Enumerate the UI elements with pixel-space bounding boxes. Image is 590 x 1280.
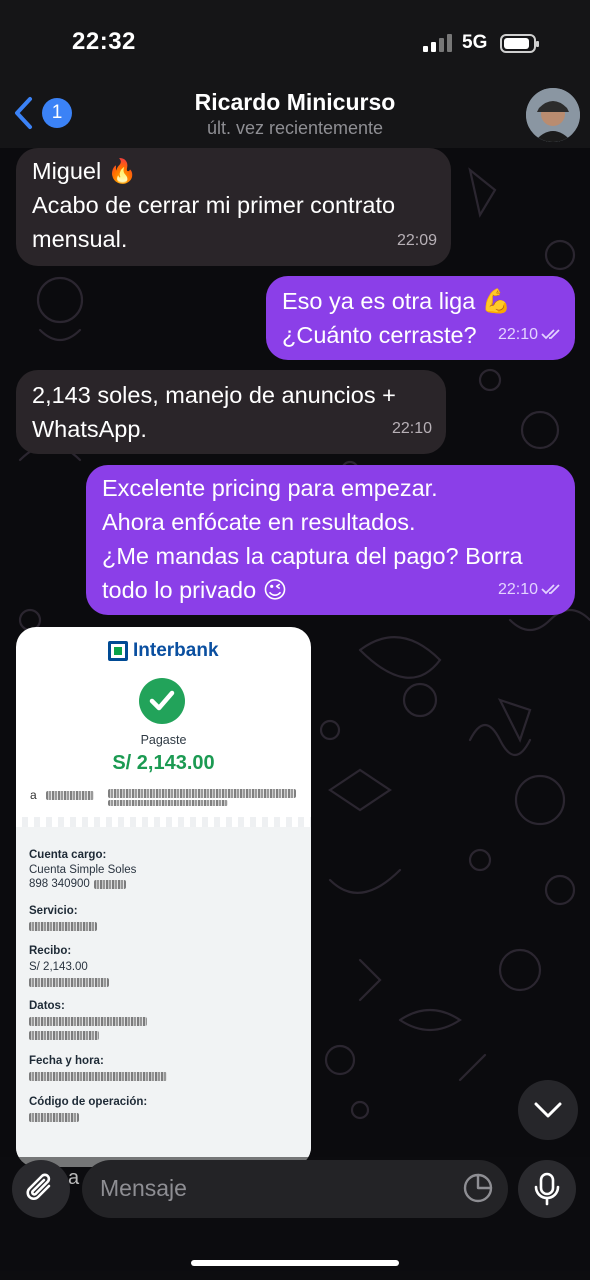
receipt-field-label: Servicio: [29,905,78,917]
message-bubble-incoming[interactable]: Miguel 🔥 Acabo de cerrar mi primer contr… [16,148,451,266]
message-text-line: todo lo privado 😉 [102,577,288,603]
receipt-details: Cuenta cargo: Cuenta Simple Soles 898 34… [16,827,311,1167]
redacted-value [94,880,126,889]
redacted-value [29,922,97,931]
bank-logo-icon [108,641,128,661]
payment-status: Pagaste [140,733,187,747]
receipt-field-label: Cuenta cargo: [29,849,107,861]
message-bubble-incoming[interactable]: 2,143 soles, manejo de anuncios + WhatsA… [16,370,446,454]
home-indicator [191,1260,399,1266]
message-bubble-outgoing[interactable]: Excelente pricing para empezar. Ahora en… [86,465,575,615]
microphone-button[interactable] [518,1160,576,1218]
message-meta: 22:10 [498,318,563,352]
receipt-field-value: 898 340900 [29,878,90,890]
message-time: 22:10 [497,326,538,343]
message-input-placeholder: Mensaje [100,1175,187,1201]
redacted-value [29,1113,79,1122]
attach-button[interactable] [12,1160,70,1218]
message-time: 22:09 [396,232,437,249]
receipt-field-value: Cuenta Simple Soles [29,864,137,876]
receipt-field-label: Datos: [29,1000,65,1012]
chat-header: 22:32 5G 1 Ricardo Minicurso últ. vez re… [0,0,590,148]
message-text-line: Acabo de cerrar mi primer contrato [32,192,396,218]
message-text-line: Eso ya es otra liga 💪 [282,288,512,314]
network-type: 5G [462,32,488,53]
last-seen-status: últ. vez recientemente [206,118,384,138]
message-time: 22:10 [497,581,538,598]
read-check-icon [541,584,560,595]
read-check-icon [541,329,560,340]
receipt-field-label: Código de operación: [29,1096,148,1108]
message-text-line: WhatsApp. [32,416,147,442]
bank-logo: Interbank [108,640,219,662]
redacted-recipient [46,791,94,800]
battery-level [504,38,529,49]
message-text-line: Miguel 🔥 [32,158,138,184]
receipt-field-value: S/ 2,143.00 [29,961,88,973]
microphone-icon [534,1172,560,1206]
message-bubble-outgoing[interactable]: Eso ya es otra liga 💪 ¿Cuánto cerraste? … [266,276,575,360]
message-text-line: 2,143 soles, manejo de anuncios + [32,382,396,408]
redacted-value [29,1017,147,1026]
message-text-line: Ahora enfócate en resultados. [102,509,416,535]
signal-icon [423,34,453,52]
redacted-value [29,1031,99,1040]
receipt-field-label: Recibo: [29,945,72,957]
message-meta: 22:10 [498,573,563,607]
payment-amount: S/ 2,143.00 [112,752,215,774]
avatar[interactable] [526,88,580,142]
message-text-line: Excelente pricing para empezar. [102,475,438,501]
sticker-icon[interactable] [462,1172,494,1204]
receipt-image-message[interactable]: Interbank Pagaste S/ 2,143.00 a Cuenta c… [16,627,311,1167]
battery-icon [500,34,539,53]
redacted-value [29,978,109,987]
redacted-recipient [108,800,228,806]
check-icon [139,678,185,724]
recipient-prefix: a [30,788,37,802]
redacted-recipient [108,789,296,798]
paperclip-icon [26,1173,51,1200]
scroll-to-bottom-button[interactable] [518,1080,578,1140]
message-text-line: ¿Me mandas la captura del pago? Borra [102,543,523,569]
message-text-line: mensual. [32,226,128,252]
chat-title[interactable]: Ricardo Minicurso [0,89,590,116]
chevron-down-icon [534,1102,562,1118]
message-time: 22:10 [391,420,432,437]
bank-name: Interbank [133,640,219,661]
status-time: 22:32 [72,28,136,55]
redacted-value [29,1072,167,1081]
receipt-field-label: Fecha y hora: [29,1055,104,1067]
